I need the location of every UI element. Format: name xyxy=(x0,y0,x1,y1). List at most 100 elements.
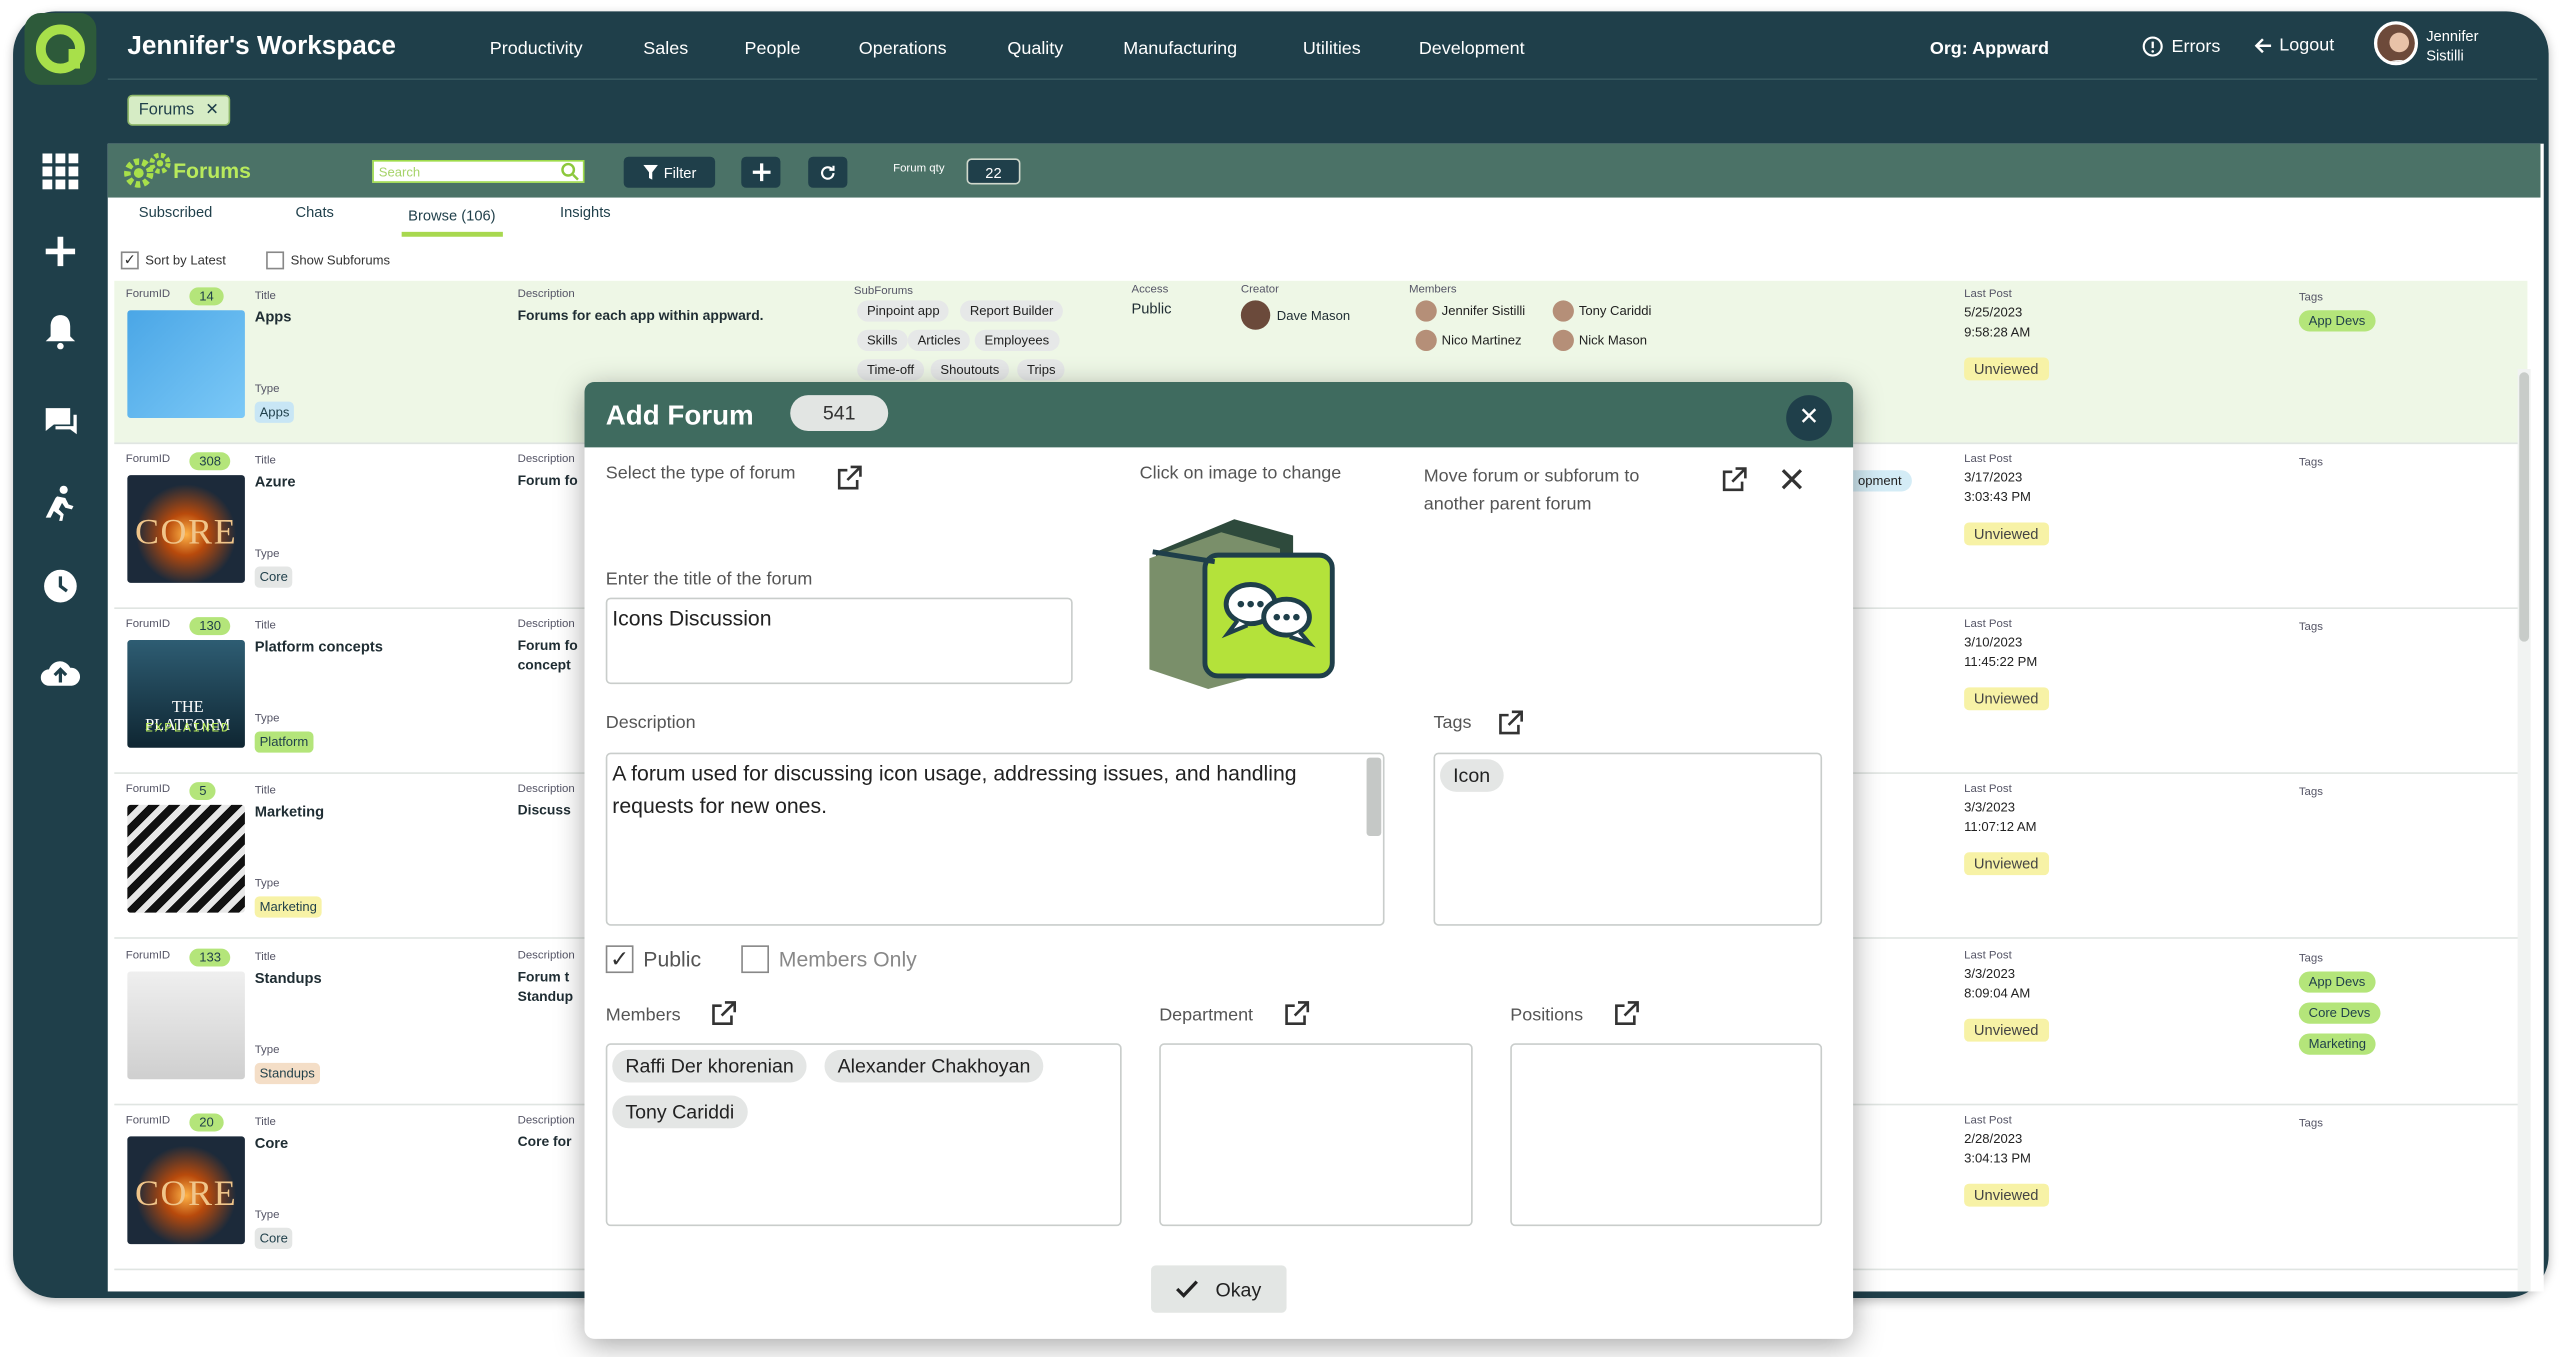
tab-chats[interactable]: Chats xyxy=(296,204,334,237)
user-avatar[interactable] xyxy=(2373,21,2419,66)
menu-sales[interactable]: Sales xyxy=(643,39,688,59)
description-textarea[interactable]: A forum used for discussing icon usage, … xyxy=(605,752,1385,926)
apps-grid-icon[interactable] xyxy=(36,147,85,196)
subforum-pill[interactable]: Time-off xyxy=(857,359,924,381)
refresh-button[interactable] xyxy=(808,156,848,188)
user-name[interactable]: Jennifer Sistilli xyxy=(2426,26,2478,65)
forum-thumbnail[interactable]: THE PLATFORM EXPLAINED xyxy=(127,640,245,748)
member-chip[interactable]: Alexander Chakhoyan xyxy=(824,1049,1044,1083)
tag-pill[interactable]: Core Devs xyxy=(2298,1002,2381,1024)
menu-productivity[interactable]: Productivity xyxy=(490,39,583,59)
external-link-icon[interactable] xyxy=(710,1001,737,1027)
external-link-icon[interactable] xyxy=(1721,467,1747,493)
menu-development[interactable]: Development xyxy=(1419,39,1525,59)
member-name[interactable]: Nico Martinez xyxy=(1432,330,1531,351)
show-subforums-option[interactable]: Show Subforums xyxy=(266,251,390,270)
forum-title[interactable]: Standups xyxy=(255,970,322,986)
subforum-pill[interactable]: Pinpoint app xyxy=(857,300,950,322)
member-name[interactable]: Jennifer Sistilli xyxy=(1432,300,1535,321)
department-box[interactable] xyxy=(1159,1043,1473,1227)
forum-thumbnail[interactable] xyxy=(127,804,245,913)
subforum-pill[interactable]: Trips xyxy=(1017,359,1066,381)
forum-title-input[interactable]: Icons Discussion xyxy=(605,597,1073,685)
menu-people[interactable]: People xyxy=(745,39,801,59)
forum-title[interactable]: Core xyxy=(255,1135,288,1151)
member-name[interactable]: Nick Mason xyxy=(1569,330,1657,351)
last-post-label: Last Post xyxy=(1964,950,2012,962)
bell-icon[interactable] xyxy=(36,307,85,356)
forum-image-button[interactable] xyxy=(1136,487,1340,691)
positions-box[interactable] xyxy=(1510,1043,1823,1227)
show-subforums-checkbox[interactable] xyxy=(266,251,285,270)
subforum-pill[interactable]: Report Builder xyxy=(960,300,1064,322)
app-logo[interactable] xyxy=(24,13,97,85)
tags-box[interactable]: Icon xyxy=(1433,752,1823,926)
cloud-upload-icon[interactable] xyxy=(36,648,85,697)
filter-button[interactable]: Filter xyxy=(623,156,716,188)
external-link-icon[interactable] xyxy=(836,465,862,491)
tab-forums[interactable]: Forums ✕ xyxy=(127,94,231,126)
members-box[interactable]: Raffi Der khorenian Alexander Chakhoyan … xyxy=(605,1043,1122,1227)
external-link-icon[interactable] xyxy=(1613,1001,1639,1027)
okay-button[interactable]: Okay xyxy=(1151,1265,1287,1313)
subforum-pill[interactable]: Shoutouts xyxy=(930,359,1010,381)
sort-latest-option[interactable]: ✓ Sort by Latest xyxy=(120,251,226,270)
menu-utilities[interactable]: Utilities xyxy=(1303,39,1361,59)
list-scrollbar-thumb[interactable] xyxy=(2519,372,2530,642)
logout-label: Logout xyxy=(2279,35,2335,56)
description-scrollbar[interactable] xyxy=(1366,757,1382,836)
subforum-pill-partial[interactable]: opment xyxy=(1848,470,1912,492)
external-link-icon[interactable] xyxy=(1283,1001,1310,1027)
forum-thumbnail[interactable]: CORE xyxy=(127,1136,245,1245)
menu-quality[interactable]: Quality xyxy=(1007,39,1063,59)
subforum-pill[interactable]: Articles xyxy=(907,329,971,352)
forum-title[interactable]: Apps xyxy=(255,309,292,325)
external-link-icon[interactable] xyxy=(1497,710,1523,736)
activity-runner-icon[interactable] xyxy=(36,478,85,527)
forum-title[interactable]: Azure xyxy=(255,473,296,489)
tab-insights[interactable]: Insights xyxy=(560,204,611,237)
logout-button[interactable]: Logout xyxy=(2253,36,2334,56)
tag-pill[interactable]: Marketing xyxy=(2298,1033,2376,1055)
creator-avatar[interactable] xyxy=(1240,300,1271,330)
clear-icon[interactable] xyxy=(1781,469,1803,490)
add-forum-button[interactable] xyxy=(741,156,781,188)
member-name[interactable]: Tony Cariddi xyxy=(1569,300,1661,321)
description-label: Description xyxy=(517,950,575,962)
forum-thumbnail[interactable] xyxy=(127,310,245,418)
members-only-option[interactable]: Members Only xyxy=(741,945,917,974)
add-forum-dialog: Add Forum 541 ✕ Select the type of forum… xyxy=(584,382,1854,1339)
creator-label: Creator xyxy=(1240,284,1279,296)
public-option[interactable]: ✓ Public xyxy=(605,945,701,974)
org-selector[interactable]: Org: Appward xyxy=(1930,39,2049,59)
tag-pill[interactable]: App Devs xyxy=(2298,971,2376,993)
member-chip[interactable]: Raffi Der khorenian xyxy=(612,1049,807,1083)
clock-icon[interactable] xyxy=(36,562,85,611)
search-input[interactable]: Search xyxy=(372,160,585,183)
member-chip[interactable]: Tony Cariddi xyxy=(612,1095,748,1129)
menu-operations[interactable]: Operations xyxy=(859,39,947,59)
add-icon[interactable] xyxy=(36,227,85,276)
tab-browse[interactable]: Browse (106) xyxy=(401,204,503,237)
creator-name[interactable]: Dave Mason xyxy=(1277,309,1350,324)
tag-chip[interactable]: Icon xyxy=(1440,759,1504,792)
members-only-checkbox[interactable] xyxy=(741,945,770,974)
forum-title[interactable]: Platform concepts xyxy=(255,638,383,654)
forum-thumbnail[interactable]: CORE xyxy=(127,475,245,583)
public-checkbox[interactable]: ✓ xyxy=(605,945,634,974)
close-dialog-button[interactable]: ✕ xyxy=(1786,395,1832,441)
chat-icon[interactable] xyxy=(36,397,85,446)
last-post-date: 3/3/2023 xyxy=(1964,966,2015,982)
tag-pill[interactable]: App Devs xyxy=(2298,310,2376,332)
forum-id-badge: 5 xyxy=(189,782,217,801)
subforum-pill[interactable]: Skills xyxy=(857,329,908,352)
sort-latest-checkbox[interactable]: ✓ xyxy=(120,251,139,270)
forum-title[interactable]: Marketing xyxy=(255,803,324,819)
close-tab-icon[interactable]: ✕ xyxy=(205,101,219,119)
errors-button[interactable]: Errors xyxy=(2142,36,2220,57)
tab-subscribed[interactable]: Subscribed xyxy=(139,204,213,237)
forum-thumbnail[interactable] xyxy=(127,971,245,1080)
menu-manufacturing[interactable]: Manufacturing xyxy=(1123,39,1237,59)
search-icon[interactable] xyxy=(560,162,580,182)
subforum-pill[interactable]: Employees xyxy=(974,329,1059,352)
